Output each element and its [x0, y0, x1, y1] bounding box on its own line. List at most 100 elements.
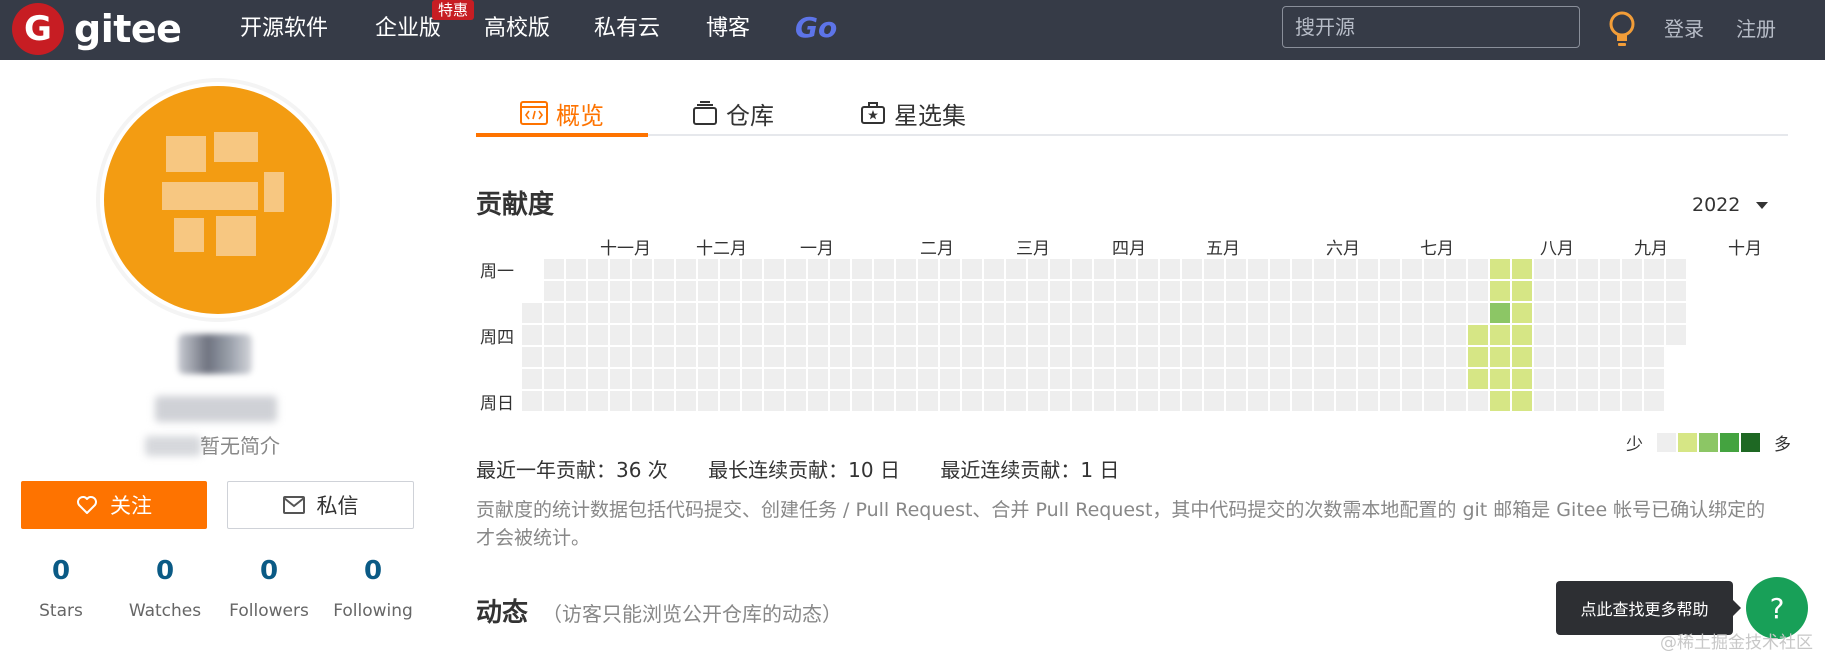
heatmap-cell[interactable] — [742, 303, 762, 323]
heatmap-cell[interactable] — [1116, 325, 1136, 345]
heatmap-cell[interactable] — [1116, 259, 1136, 279]
heatmap-cell[interactable] — [1050, 325, 1070, 345]
heatmap-cell[interactable] — [1468, 391, 1488, 411]
heatmap-cell[interactable] — [566, 347, 586, 367]
heatmap-cell[interactable] — [1138, 325, 1158, 345]
heatmap-cell[interactable] — [610, 325, 630, 345]
heatmap-cell[interactable] — [588, 281, 608, 301]
heatmap-cell[interactable] — [1424, 259, 1444, 279]
heatmap-cell[interactable] — [742, 347, 762, 367]
heatmap-cell[interactable] — [1600, 391, 1620, 411]
heatmap-cell[interactable] — [984, 347, 1004, 367]
heatmap-cell[interactable] — [1072, 303, 1092, 323]
heatmap-cell[interactable] — [1226, 369, 1246, 389]
heatmap-cell[interactable] — [1578, 303, 1598, 323]
heatmap-cell[interactable] — [1358, 259, 1378, 279]
heatmap-cell[interactable] — [1116, 303, 1136, 323]
heatmap-cell[interactable] — [852, 259, 872, 279]
heatmap-cell[interactable] — [1028, 281, 1048, 301]
heatmap-cell[interactable] — [786, 303, 806, 323]
heatmap-cell[interactable] — [1314, 391, 1334, 411]
heatmap-cell[interactable] — [588, 303, 608, 323]
heatmap-cell[interactable] — [1006, 325, 1026, 345]
heatmap-cell[interactable] — [918, 369, 938, 389]
heatmap-cell[interactable] — [1446, 325, 1466, 345]
heatmap-cell[interactable] — [1138, 281, 1158, 301]
heatmap-cell[interactable] — [1666, 303, 1686, 323]
heatmap-cell[interactable] — [1226, 303, 1246, 323]
heatmap-cell[interactable] — [1380, 303, 1400, 323]
stat-following[interactable]: 0 Following — [318, 555, 428, 623]
heatmap-cell[interactable] — [1116, 281, 1136, 301]
heatmap-cell[interactable] — [1028, 369, 1048, 389]
heatmap-cell[interactable] — [720, 391, 740, 411]
heatmap-cell[interactable] — [632, 281, 652, 301]
heatmap-cell[interactable] — [1644, 303, 1664, 323]
heatmap-cell[interactable] — [1578, 325, 1598, 345]
heatmap-cell[interactable] — [874, 369, 894, 389]
heatmap-cell[interactable] — [852, 281, 872, 301]
heatmap-cell[interactable] — [962, 325, 982, 345]
heatmap-cell[interactable] — [1490, 303, 1510, 323]
heatmap-cell[interactable] — [1358, 281, 1378, 301]
heatmap-cell[interactable] — [1050, 391, 1070, 411]
heatmap-cell[interactable] — [1534, 391, 1554, 411]
heatmap-cell[interactable] — [1138, 303, 1158, 323]
heatmap-cell[interactable] — [1314, 259, 1334, 279]
heatmap-cell[interactable] — [918, 391, 938, 411]
heatmap-cell[interactable] — [1270, 303, 1290, 323]
heatmap-cell[interactable] — [1336, 281, 1356, 301]
heatmap-cell[interactable] — [1116, 347, 1136, 367]
heatmap-cell[interactable] — [1622, 281, 1642, 301]
heatmap-cell[interactable] — [896, 325, 916, 345]
heatmap-cell[interactable] — [1336, 259, 1356, 279]
heatmap-cell[interactable] — [566, 259, 586, 279]
heatmap-cell[interactable] — [918, 281, 938, 301]
heatmap-cell[interactable] — [676, 347, 696, 367]
heatmap-cell[interactable] — [1270, 325, 1290, 345]
heatmap-cell[interactable] — [1402, 347, 1422, 367]
heatmap-cell[interactable] — [1490, 369, 1510, 389]
heatmap-cell[interactable] — [1072, 369, 1092, 389]
heatmap-cell[interactable] — [1160, 369, 1180, 389]
heatmap-cell[interactable] — [786, 259, 806, 279]
tab-repositories[interactable]: 仓库 — [692, 92, 774, 134]
heatmap-cell[interactable] — [786, 347, 806, 367]
heatmap-cell[interactable] — [1182, 391, 1202, 411]
heatmap-cell[interactable] — [720, 303, 740, 323]
heatmap-cell[interactable] — [896, 281, 916, 301]
heatmap-cell[interactable] — [522, 369, 542, 389]
heatmap-cell[interactable] — [566, 303, 586, 323]
heatmap-cell[interactable] — [940, 325, 960, 345]
heatmap-cell[interactable] — [1292, 347, 1312, 367]
nav-private-cloud[interactable]: 私有云 — [594, 14, 660, 44]
heatmap-cell[interactable] — [896, 259, 916, 279]
heatmap-cell[interactable] — [1446, 281, 1466, 301]
heatmap-cell[interactable] — [1138, 347, 1158, 367]
heatmap-cell[interactable] — [522, 347, 542, 367]
heatmap-cell[interactable] — [1314, 325, 1334, 345]
heatmap-cell[interactable] — [1644, 369, 1664, 389]
heatmap-cell[interactable] — [1578, 369, 1598, 389]
heatmap-cell[interactable] — [610, 347, 630, 367]
heatmap-cell[interactable] — [1072, 347, 1092, 367]
heatmap-cell[interactable] — [1600, 347, 1620, 367]
heatmap-cell[interactable] — [1490, 259, 1510, 279]
heatmap-cell[interactable] — [676, 259, 696, 279]
heatmap-cell[interactable] — [1644, 391, 1664, 411]
heatmap-cell[interactable] — [566, 281, 586, 301]
heatmap-cell[interactable] — [1622, 303, 1642, 323]
heatmap-cell[interactable] — [720, 281, 740, 301]
heatmap-cell[interactable] — [940, 369, 960, 389]
heatmap-cell[interactable] — [1204, 259, 1224, 279]
stat-stars[interactable]: 0 Stars — [6, 555, 116, 623]
heatmap-cell[interactable] — [1270, 259, 1290, 279]
heatmap-cell[interactable] — [962, 347, 982, 367]
heatmap-cell[interactable] — [1160, 347, 1180, 367]
heatmap-cell[interactable] — [1358, 325, 1378, 345]
heatmap-cell[interactable] — [984, 325, 1004, 345]
heatmap-cell[interactable] — [1248, 281, 1268, 301]
heatmap-cell[interactable] — [1028, 325, 1048, 345]
search-input[interactable] — [1282, 6, 1580, 48]
heatmap-cell[interactable] — [698, 303, 718, 323]
